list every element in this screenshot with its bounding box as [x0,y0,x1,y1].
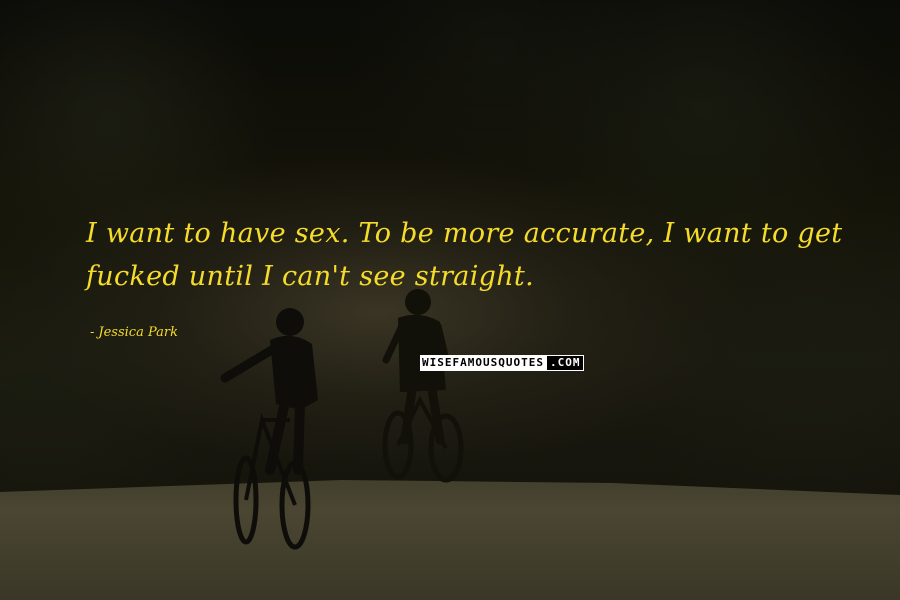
author-name: Jessica Park [98,325,178,340]
author-dash: - [90,325,95,340]
quote-text: I want to have sex. To be more accurate,… [86,218,843,292]
wisefamousquotes-watermark: WISEFAMOUSQUOTES .COM [420,355,585,371]
child-cyclist [220,308,318,550]
watermark-suffix: .COM [545,355,585,371]
adult-cyclist [382,289,464,483]
cyclists-silhouette [220,289,464,550]
quote-image: I want to have sex. To be more accurate,… [0,0,900,600]
quote-author: - Jessica Park [90,325,178,340]
watermark-main: WISEFAMOUSQUOTES [420,355,546,371]
